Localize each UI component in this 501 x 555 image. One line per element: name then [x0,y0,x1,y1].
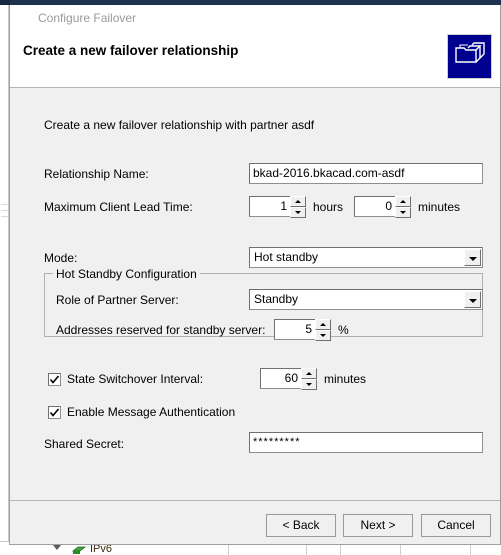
state-switchover-unit: minutes [324,372,367,386]
dialog-subtitle: Configure Failover [38,11,137,25]
hot-standby-group-title: Hot Standby Configuration [53,267,200,281]
state-switchover-stepper[interactable]: 60 [260,368,318,390]
state-switchover-value[interactable]: 60 [260,368,302,389]
message-auth-label: Enable Message Authentication [67,405,236,419]
mode-label: Mode: [44,251,78,265]
relationship-name-label: Relationship Name: [44,167,149,181]
chevron-down-icon[interactable] [53,545,61,550]
configure-failover-dialog: Configure Failover Create a new failover… [0,0,501,545]
chevron-down-icon [469,257,477,261]
max-client-lead-time-label: Maximum Client Lead Time: [44,200,193,214]
addresses-reserved-stepper[interactable]: 5 [274,319,332,341]
stacked-folders-icon [447,34,492,79]
intro-text: Create a new failover relationship with … [44,118,315,132]
titlebar-accent [0,0,10,5]
role-of-partner-label: Role of Partner Server: [56,293,179,307]
back-button[interactable]: < Back [266,514,336,537]
state-switchover-checkbox[interactable] [48,373,61,386]
background-left-panel [0,4,9,555]
network-node-icon [72,546,86,554]
lead-time-hours-decrement[interactable] [290,207,306,218]
lead-time-minutes-decrement[interactable] [395,207,411,218]
state-switchover-decrement[interactable] [301,379,317,390]
state-switchover-increment[interactable] [301,368,317,379]
mode-dropdown[interactable]: Hot standby [249,247,483,268]
addresses-reserved-decrement[interactable] [315,330,331,341]
addresses-reserved-increment[interactable] [315,319,331,330]
lead-time-minutes-unit: minutes [418,200,461,214]
lead-time-hours-value[interactable]: 1 [249,196,291,217]
message-auth-checkbox[interactable] [48,406,61,419]
addresses-reserved-unit: % [338,323,349,337]
addresses-reserved-label: Addresses reserved for standby server: [56,323,266,337]
mode-dropdown-button[interactable] [464,249,481,266]
relationship-name-input[interactable]: bkad-2016.bkacad.com-asdf [249,163,483,184]
next-button[interactable]: Next > [343,514,413,537]
shared-secret-input[interactable]: ********* [249,432,483,453]
dialog-footer: < Back Next > Cancel [10,500,500,544]
lead-time-hours-unit: hours [313,200,344,214]
role-of-partner-dropdown[interactable]: Standby [249,289,483,310]
lead-time-minutes-value[interactable]: 0 [354,196,396,217]
lead-time-hours-increment[interactable] [290,196,306,207]
page-title: Create a new failover relationship [23,43,239,58]
addresses-reserved-value[interactable]: 5 [274,319,316,340]
lead-time-minutes-increment[interactable] [395,196,411,207]
lead-time-minutes-stepper[interactable]: 0 [354,196,412,218]
check-icon [49,408,60,417]
role-of-partner-dropdown-button[interactable] [464,291,481,308]
mode-selected-value: Hot standby [254,250,319,264]
cancel-button[interactable]: Cancel [421,514,491,537]
dialog-body: Create a new failover relationship with … [10,88,500,500]
lead-time-hours-stepper[interactable]: 1 [249,196,307,218]
role-of-partner-selected-value: Standby [254,292,299,306]
chevron-down-icon [469,299,477,303]
shared-secret-label: Shared Secret: [44,437,125,451]
state-switchover-label: State Switchover Interval: [67,372,204,386]
check-icon [49,375,60,384]
dialog-header: Configure Failover Create a new failover… [10,5,500,88]
